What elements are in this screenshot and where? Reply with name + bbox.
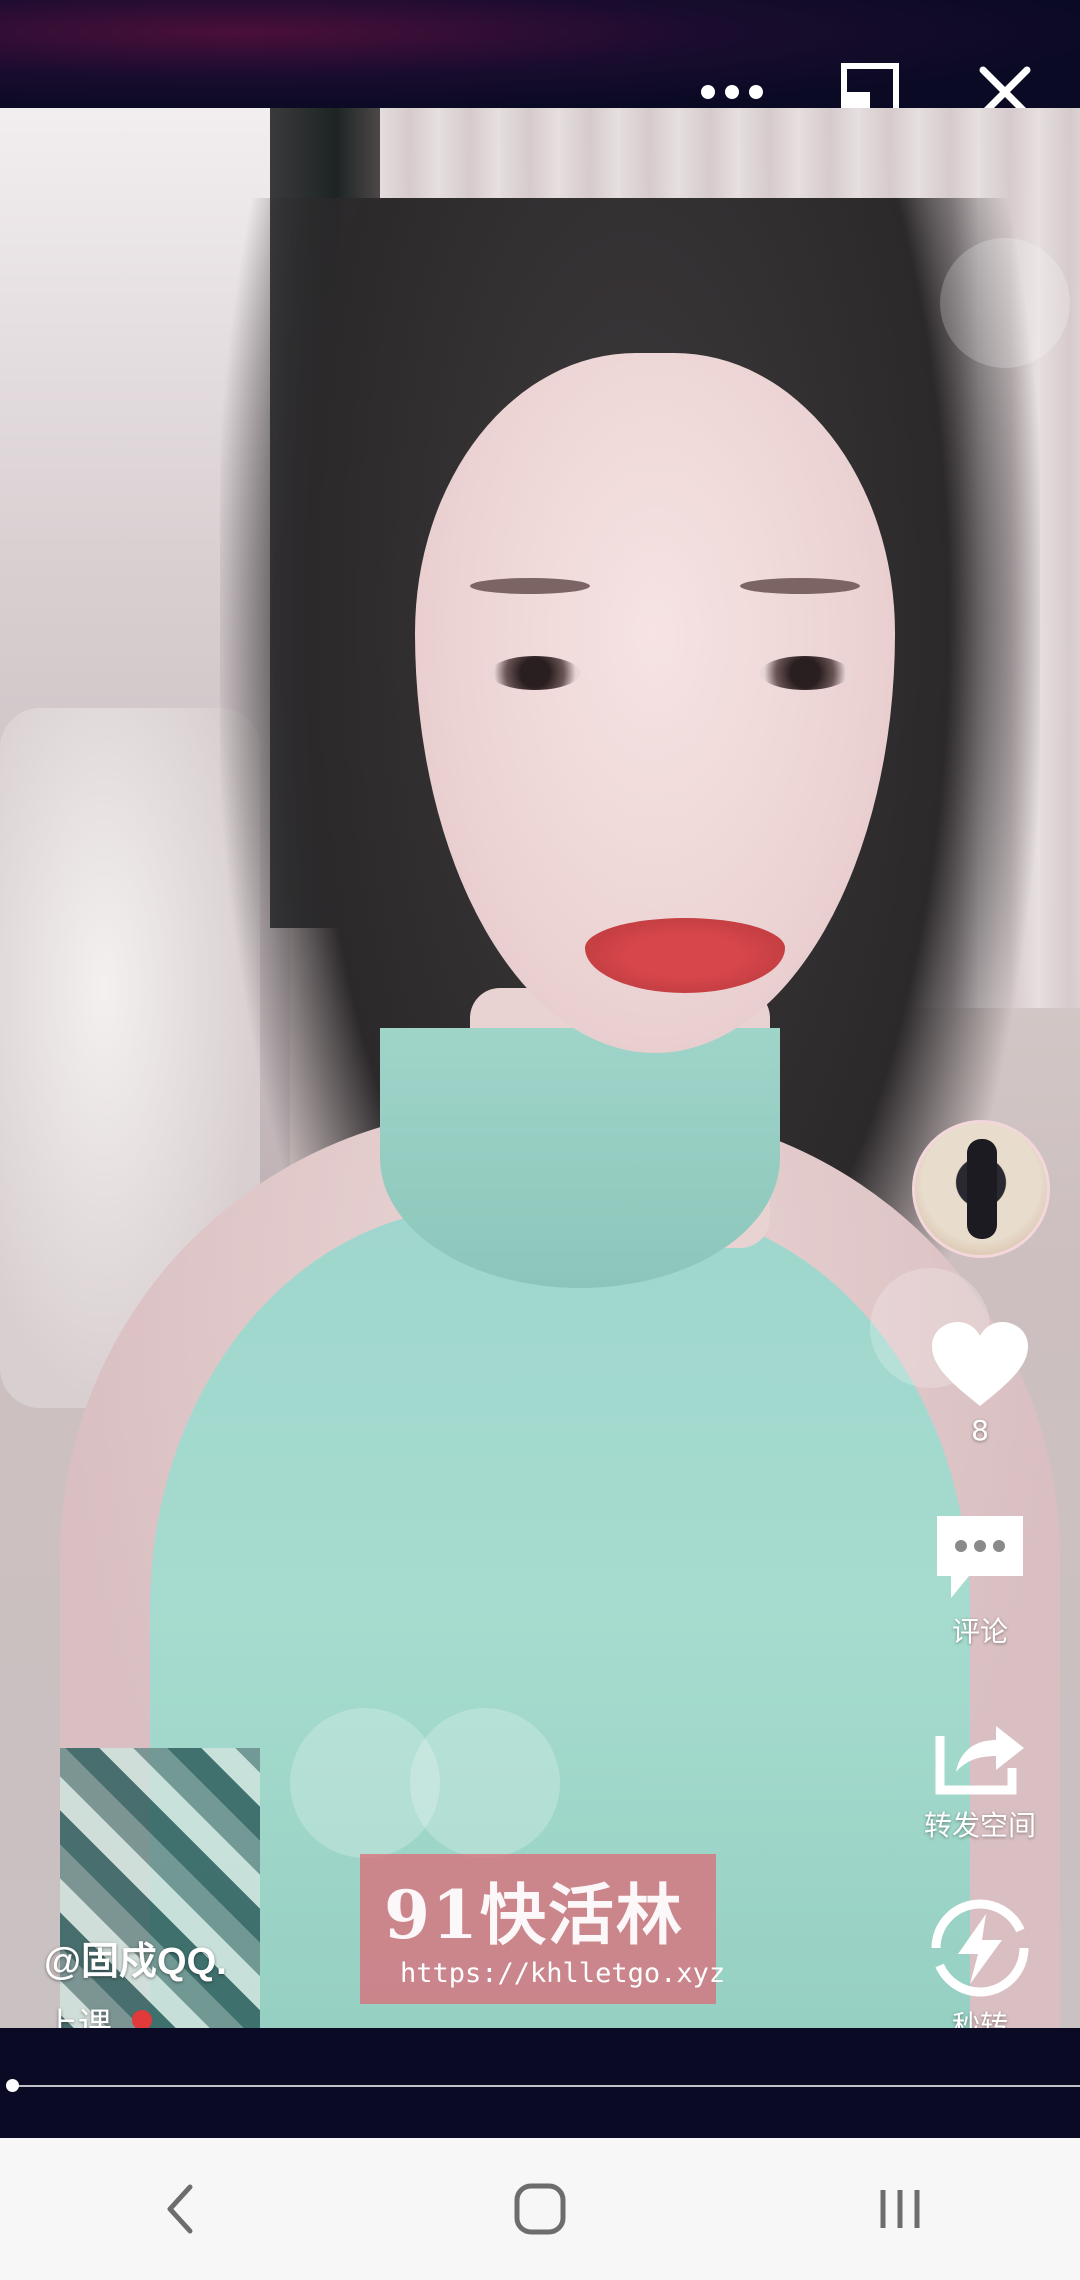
back-icon[interactable]	[120, 2149, 240, 2269]
video-subject	[760, 656, 850, 690]
like-button[interactable]: 8	[900, 1320, 1060, 1447]
watermark-url: https://khlletgo.xyz	[400, 1958, 726, 1989]
video-subject	[60, 1748, 260, 2028]
progress-track[interactable]	[12, 2085, 1080, 2087]
home-icon[interactable]	[480, 2149, 600, 2269]
recents-icon[interactable]	[840, 2149, 960, 2269]
avatar[interactable]	[912, 1120, 1050, 1258]
share-label: 转发空间	[923, 1809, 1036, 1842]
comment-label: 评论	[951, 1615, 1008, 1648]
navigation-bar	[0, 2138, 1080, 2280]
lightning-icon	[931, 1899, 1029, 1997]
watermark-title: 91快活林	[384, 1876, 684, 1954]
heart-effect	[940, 238, 1070, 368]
top-bar	[0, 0, 1080, 121]
video-subject	[490, 656, 580, 690]
video-subject	[740, 578, 860, 594]
share-icon	[935, 1726, 1024, 1795]
video-subject	[470, 578, 590, 594]
watermark-logo: 91快活林 https://khlletgo.xyz	[360, 1854, 725, 2004]
progress-bar[interactable]	[0, 2028, 1080, 2138]
video-subject	[380, 1028, 780, 1288]
comment-button[interactable]: 评论	[900, 1512, 1060, 1650]
username[interactable]: @固戍QQ.	[44, 1930, 227, 1985]
comment-icon	[937, 1516, 1023, 1598]
progress-thumb[interactable]	[6, 2079, 19, 2092]
like-count: 8	[971, 1414, 989, 1447]
fast-share-button[interactable]: 秒转	[900, 1898, 1060, 2044]
share-button[interactable]: 转发空间	[900, 1710, 1060, 1844]
heart-effect	[410, 1708, 560, 1858]
heart-icon	[932, 1322, 1028, 1406]
